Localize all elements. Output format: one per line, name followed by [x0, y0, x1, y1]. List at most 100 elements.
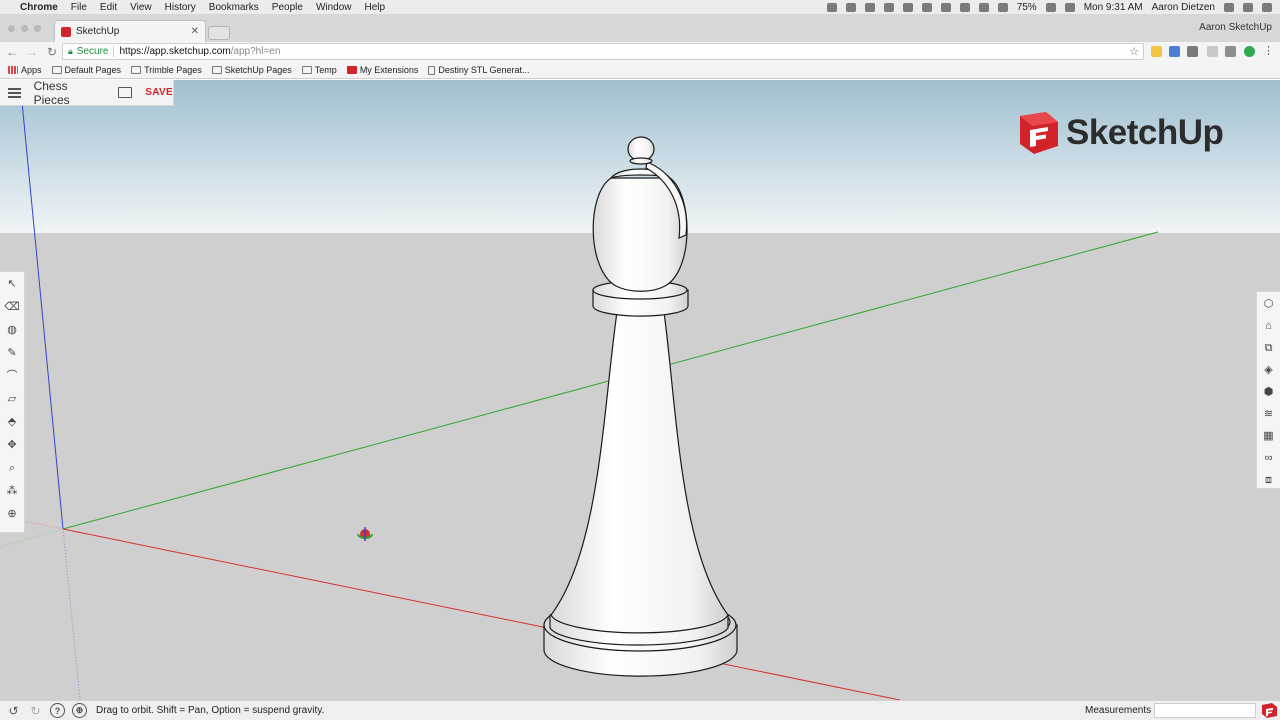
- clock[interactable]: Mon 9:31 AM: [1084, 2, 1143, 13]
- back-icon[interactable]: ←: [4, 45, 20, 59]
- display-icon[interactable]: ∞: [1262, 451, 1276, 465]
- skype-icon[interactable]: [845, 2, 856, 12]
- components-icon[interactable]: ⧉: [1262, 341, 1276, 355]
- battery-icon[interactable]: [1045, 2, 1056, 12]
- menu-edit[interactable]: Edit: [100, 2, 117, 13]
- menu-help[interactable]: Help: [365, 2, 386, 13]
- menu-history[interactable]: History: [165, 2, 196, 13]
- bookmark-label: SketchUp Pages: [224, 65, 292, 75]
- notes-extension-icon[interactable]: [1151, 46, 1162, 57]
- sketchup-small-logo-icon[interactable]: [1261, 702, 1278, 719]
- bookmark-default-pages[interactable]: Default Pages: [51, 65, 121, 75]
- menu-window[interactable]: Window: [316, 2, 352, 13]
- menu-people[interactable]: People: [272, 2, 303, 13]
- move-icon[interactable]: ✥: [5, 438, 19, 452]
- redo-icon[interactable]: ↻: [28, 703, 43, 718]
- browser-tab-strip: SketchUp ✕ Aaron SketchUp: [0, 14, 1280, 42]
- minimize-window-button[interactable]: [21, 25, 28, 32]
- save-button[interactable]: SAVE: [145, 87, 173, 98]
- bookmark-sketchup-pages[interactable]: SketchUp Pages: [211, 65, 292, 75]
- styles-icon[interactable]: ⬢: [1262, 385, 1276, 399]
- close-window-button[interactable]: [8, 25, 15, 32]
- select-icon[interactable]: ↖: [5, 277, 19, 291]
- evernote-icon[interactable]: [883, 2, 894, 12]
- sketchup-favicon-icon: [61, 26, 71, 37]
- bookmark-temp[interactable]: Temp: [301, 65, 337, 75]
- forward-icon[interactable]: →: [24, 45, 40, 59]
- airplay-icon[interactable]: [978, 2, 989, 12]
- rectangle-icon[interactable]: ▱: [5, 392, 19, 406]
- url-separator: [113, 46, 115, 57]
- model-name[interactable]: Chess Pieces: [34, 79, 105, 107]
- bookmark-trimble-pages[interactable]: Trimble Pages: [131, 65, 202, 75]
- new-tab-button[interactable]: [208, 26, 230, 40]
- help-icon[interactable]: ?: [50, 703, 65, 718]
- sketchup-logo-icon: [1020, 112, 1058, 154]
- user-name[interactable]: Aaron Dietzen: [1152, 2, 1215, 13]
- drive-icon[interactable]: [902, 2, 913, 12]
- eraser-icon[interactable]: ⌫: [4, 300, 20, 314]
- chrome-menu-icon[interactable]: ⋮: [1263, 46, 1274, 57]
- arc-icon[interactable]: ⌒: [5, 369, 19, 383]
- browser-toolbar: ← → ↻ 🔒︎ Secure https://app.sketchup.com…: [0, 42, 1280, 62]
- bookmark-star-icon[interactable]: ☆: [1129, 45, 1139, 58]
- time-machine-icon[interactable]: [921, 2, 932, 12]
- input-source-icon[interactable]: [1064, 2, 1075, 12]
- bluetooth-icon[interactable]: [940, 2, 951, 12]
- entity-info-icon[interactable]: ⬡: [1262, 297, 1276, 311]
- sketchup-wordmark: SketchUp: [1066, 113, 1224, 152]
- scenes-icon[interactable]: ▦: [1262, 429, 1276, 443]
- extensions-icon: [346, 66, 357, 74]
- sketchup-logo: SketchUp: [1018, 110, 1224, 156]
- battery-percent[interactable]: 75%: [1017, 2, 1037, 13]
- hamburger-menu-icon[interactable]: [8, 87, 21, 98]
- tab-title: SketchUp: [76, 26, 120, 37]
- materials-icon[interactable]: ◈: [1262, 363, 1276, 377]
- menu-chrome[interactable]: Chrome: [20, 2, 58, 13]
- macos-menu-bar: Chrome File Edit View History Bookmarks …: [0, 0, 1280, 14]
- pencil-icon[interactable]: ✎: [5, 346, 19, 360]
- bookmark-my-extensions[interactable]: My Extensions: [346, 65, 418, 75]
- walk-icon[interactable]: ⁂: [5, 484, 19, 498]
- browser-tab[interactable]: SketchUp ✕: [54, 20, 206, 42]
- secure-label: Secure: [76, 46, 109, 57]
- undo-icon[interactable]: ↺: [6, 703, 21, 718]
- extension-icon[interactable]: [1187, 46, 1198, 57]
- volume-icon[interactable]: [997, 2, 1008, 12]
- window-controls: [8, 25, 41, 32]
- extension-icon[interactable]: [1225, 46, 1236, 57]
- siri-icon[interactable]: [1243, 2, 1253, 12]
- translate-extension-icon[interactable]: [1169, 46, 1180, 57]
- reload-icon[interactable]: ↻: [44, 45, 60, 59]
- close-tab-icon[interactable]: ✕: [191, 26, 199, 37]
- bookmark-apps[interactable]: Apps: [8, 65, 42, 75]
- paint-bucket-icon[interactable]: ◍: [5, 323, 19, 337]
- bookmark-destiny-stl[interactable]: Destiny STL Generat...: [428, 65, 530, 75]
- orbit-icon[interactable]: ⊕: [5, 507, 19, 521]
- push-pull-icon[interactable]: ⬘: [5, 415, 19, 429]
- notification-center-icon[interactable]: [1262, 2, 1272, 12]
- model-info-icon[interactable]: ⧈: [1262, 473, 1276, 487]
- zoom-window-button[interactable]: [34, 25, 41, 32]
- tape-measure-icon[interactable]: ⌕: [5, 461, 19, 475]
- extension-icon[interactable]: [1207, 46, 1218, 57]
- wifi-icon[interactable]: [959, 2, 970, 12]
- address-bar[interactable]: 🔒︎ Secure https://app.sketchup.com /app?…: [62, 43, 1144, 60]
- menu-file[interactable]: File: [71, 2, 87, 13]
- layers-icon[interactable]: ≋: [1262, 407, 1276, 421]
- folder-icon: [301, 66, 312, 74]
- measurements-input[interactable]: [1154, 703, 1256, 718]
- menu-bookmarks[interactable]: Bookmarks: [209, 2, 259, 13]
- menu-view[interactable]: View: [130, 2, 152, 13]
- dropbox-icon[interactable]: [826, 2, 837, 12]
- modeling-viewport[interactable]: [0, 80, 1280, 700]
- creative-cloud-icon[interactable]: [864, 2, 875, 12]
- profile-name[interactable]: Aaron SketchUp: [1199, 22, 1272, 33]
- instructor-icon[interactable]: ⌂: [1262, 319, 1276, 333]
- scene-canvas[interactable]: [0, 80, 1280, 700]
- spotlight-icon[interactable]: [1224, 2, 1234, 12]
- globe-icon[interactable]: ⊕: [72, 703, 87, 718]
- grammarly-icon[interactable]: [1244, 46, 1255, 57]
- folder-open-icon[interactable]: [117, 87, 133, 98]
- status-hint: Drag to orbit. Shift = Pan, Option = sus…: [96, 705, 325, 716]
